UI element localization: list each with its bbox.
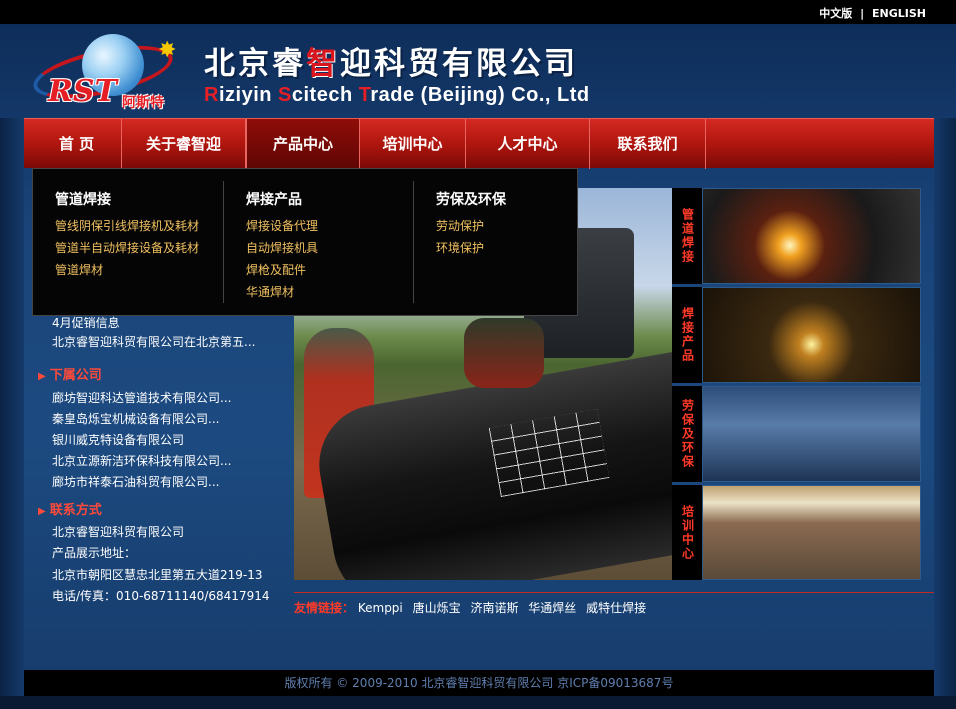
site-logo[interactable]: ✸ RST 阿斯特 xyxy=(28,32,205,112)
contact-line: 电话/传真：010-68711140/68417914 xyxy=(52,589,270,603)
products-dropdown-menu: 管道焊接 管线阴保引线焊接机及耗材 管道半自动焊接设备及耗材 管道焊材 焊接产品… xyxy=(32,168,578,316)
nav-products[interactable]: 产品中心 xyxy=(246,119,360,169)
thumb-training[interactable] xyxy=(702,485,921,580)
thumb-safety-environment[interactable] xyxy=(702,386,921,482)
thumb-welding-products[interactable] xyxy=(702,287,921,383)
news-link[interactable]: 北京睿智迎科贸有限公司在北京第五... xyxy=(52,333,255,350)
subsidiary-item[interactable]: 银川威克特设备有限公司 xyxy=(52,431,184,448)
nav-careers[interactable]: 人才中心 xyxy=(466,119,590,169)
dropdown-item[interactable]: 焊枪及配件 xyxy=(246,261,306,278)
logo-text: RST xyxy=(48,74,117,109)
site-footer: 版权所有 © 2009-2010 北京睿智迎科贸有限公司 京ICP备090136… xyxy=(24,670,934,696)
arrow-right-icon: ▶ xyxy=(38,371,46,382)
subsidiary-item[interactable]: 秦皇岛烁宝机械设备有限公司... xyxy=(52,410,219,427)
star-icon: ✸ xyxy=(158,38,177,63)
site-header: ✸ RST 阿斯特 北京睿智迎科贸有限公司 Riziyin Scitech Tr… xyxy=(0,24,956,118)
friend-link[interactable]: 济南诺斯 xyxy=(470,601,518,615)
dropdown-item[interactable]: 劳动保护 xyxy=(436,217,484,234)
dropdown-item[interactable]: 管道焊材 xyxy=(55,261,103,278)
subsidiaries-title: ▶ 下属公司 xyxy=(38,368,102,383)
lang-chinese-link[interactable]: 中文版 xyxy=(819,7,852,20)
nav-training[interactable]: 培训中心 xyxy=(360,119,466,169)
right-rail xyxy=(934,118,956,696)
top-bar: 中文版 | ENGLISH xyxy=(0,0,956,24)
nav-about[interactable]: 关于睿智迎 xyxy=(122,119,246,169)
arrow-right-icon: ▶ xyxy=(38,506,46,517)
subsidiary-item[interactable]: 廊坊市祥泰石油科贸有限公司... xyxy=(52,473,219,490)
thumb-label[interactable]: 培训中心 xyxy=(672,485,702,580)
dropdown-heading[interactable]: 管道焊接 xyxy=(55,189,111,209)
dropdown-item[interactable]: 华通焊材 xyxy=(246,283,294,300)
lang-english-link[interactable]: ENGLISH xyxy=(872,7,926,20)
friend-link[interactable]: 唐山烁宝 xyxy=(413,601,461,615)
friend-link[interactable]: Kemppi xyxy=(358,601,403,615)
copyright-text: 版权所有 © 2009-2010 北京睿智迎科贸有限公司 京ICP备090136… xyxy=(284,676,674,690)
dropdown-item[interactable]: 管线阴保引线焊接机及耗材 xyxy=(55,217,199,234)
language-switch: 中文版 | ENGLISH xyxy=(817,5,928,21)
lang-separator: | xyxy=(860,7,865,20)
friend-link[interactable]: 威特仕焊接 xyxy=(586,601,646,615)
dropdown-heading[interactable]: 劳保及环保 xyxy=(436,189,506,209)
category-thumbnails: 管道焊接 焊接产品 劳保及环保 培训中心 xyxy=(672,188,922,580)
friend-links: 友情链接： Kemppi 唐山烁宝 济南诺斯 华通焊丝 威特仕焊接 xyxy=(294,592,934,622)
thumb-pipeline-welding[interactable] xyxy=(702,188,921,284)
subsidiary-item[interactable]: 廊坊智迎科达管道技术有限公司... xyxy=(52,389,231,406)
main-nav: 首 页 关于睿智迎 产品中心 培训中心 人才中心 联系我们 xyxy=(24,118,934,169)
dropdown-item[interactable]: 管道半自动焊接设备及耗材 xyxy=(55,239,199,256)
dropdown-item[interactable]: 自动焊接机具 xyxy=(246,239,318,256)
dropdown-column: 焊接产品 焊接设备代理 自动焊接机具 焊枪及配件 华通焊材 xyxy=(223,181,413,303)
contact-line: 北京睿智迎科贸有限公司 xyxy=(52,525,185,539)
friend-link[interactable]: 华通焊丝 xyxy=(528,601,576,615)
dropdown-item[interactable]: 环境保护 xyxy=(436,239,484,256)
subsidiary-item[interactable]: 北京立源新洁环保科技有限公司... xyxy=(52,452,231,469)
news-link-cut[interactable]: ... xyxy=(52,352,63,358)
dropdown-item[interactable]: 焊接设备代理 xyxy=(246,217,318,234)
nav-home[interactable]: 首 页 xyxy=(32,119,122,169)
company-name-cn: 北京睿智迎科贸有限公司 xyxy=(204,46,578,82)
dropdown-column: 劳保及环保 劳动保护 环境保护 xyxy=(413,181,577,303)
friend-links-label: 友情链接： xyxy=(294,601,355,615)
dropdown-column: 管道焊接 管线阴保引线焊接机及耗材 管道半自动焊接设备及耗材 管道焊材 xyxy=(33,169,223,317)
welder-figure-2 xyxy=(464,318,544,388)
company-name-en: Riziyin Scitech Trade (Beijing) Co., Ltd xyxy=(204,84,590,106)
left-rail xyxy=(0,118,24,696)
thumb-label[interactable]: 焊接产品 xyxy=(672,287,702,383)
contact-line: 产品展示地址： xyxy=(52,546,137,560)
dropdown-heading[interactable]: 焊接产品 xyxy=(246,189,302,209)
thumb-label[interactable]: 管道焊接 xyxy=(672,188,702,284)
nav-contact[interactable]: 联系我们 xyxy=(590,119,706,169)
thumb-label[interactable]: 劳保及环保 xyxy=(672,386,702,482)
logo-text-cn: 阿斯特 xyxy=(122,95,164,111)
contact-line: 北京市朝阳区慧忠北里第五大道219-13 xyxy=(52,568,263,582)
footer-bottom-bar xyxy=(0,696,956,709)
contact-title: ▶ 联系方式 xyxy=(38,503,102,518)
